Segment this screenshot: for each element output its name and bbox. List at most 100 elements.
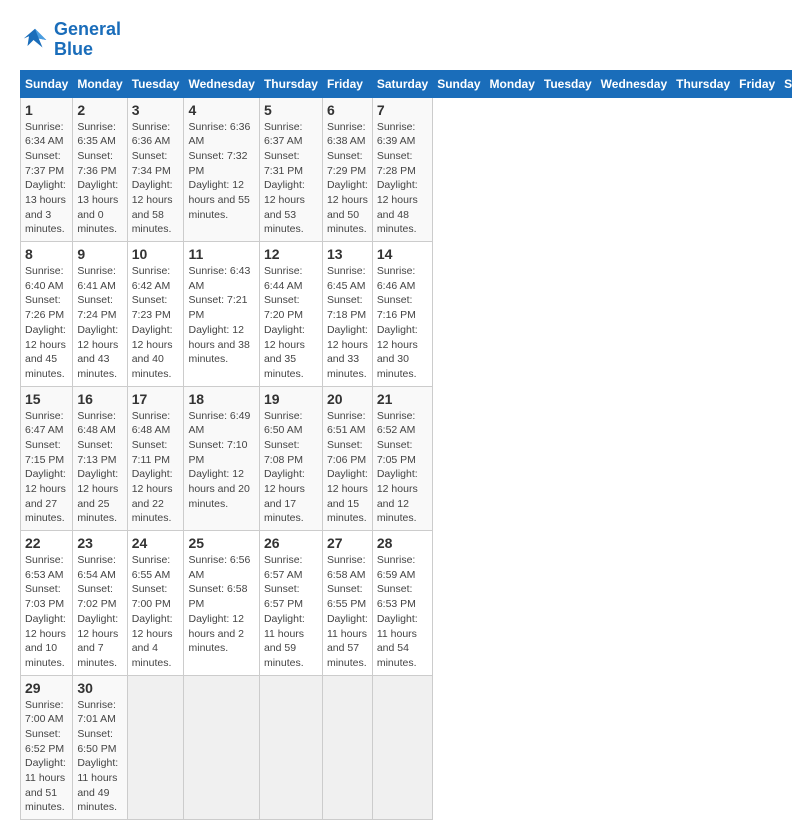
calendar-header-row: SundayMondayTuesdayWednesdayThursdayFrid… (21, 70, 792, 97)
day-number: 8 (25, 246, 68, 262)
calendar-cell: 11 Sunrise: 6:43 AMSunset: 7:21 PMDaylig… (184, 242, 259, 387)
weekday-header-tuesday: Tuesday (539, 70, 596, 97)
day-number: 28 (377, 535, 428, 551)
logo-icon (20, 25, 50, 55)
calendar-cell: 30 Sunrise: 7:01 AMSunset: 6:50 PMDaylig… (73, 675, 127, 820)
weekday-header-monday: Monday (485, 70, 539, 97)
cell-content: Sunrise: 7:01 AMSunset: 6:50 PMDaylight:… (77, 698, 122, 816)
cell-content: Sunrise: 6:34 AMSunset: 7:37 PMDaylight:… (25, 120, 68, 238)
cell-content: Sunrise: 6:37 AMSunset: 7:31 PMDaylight:… (264, 120, 318, 238)
cell-content: Sunrise: 6:49 AMSunset: 7:10 PMDaylight:… (188, 409, 254, 512)
weekday-header-thursday: Thursday (672, 70, 735, 97)
day-number: 4 (188, 102, 254, 118)
cell-content: Sunrise: 6:41 AMSunset: 7:24 PMDaylight:… (77, 264, 122, 382)
calendar-cell: 29 Sunrise: 7:00 AMSunset: 6:52 PMDaylig… (21, 675, 73, 820)
calendar-cell: 18 Sunrise: 6:49 AMSunset: 7:10 PMDaylig… (184, 386, 259, 531)
cell-content: Sunrise: 6:40 AMSunset: 7:26 PMDaylight:… (25, 264, 68, 382)
calendar-cell (372, 675, 432, 820)
header-monday: Monday (73, 70, 127, 97)
cell-content: Sunrise: 6:47 AMSunset: 7:15 PMDaylight:… (25, 409, 68, 527)
day-number: 29 (25, 680, 68, 696)
cell-content: Sunrise: 6:45 AMSunset: 7:18 PMDaylight:… (327, 264, 368, 382)
weekday-header-wednesday: Wednesday (596, 70, 671, 97)
calendar-cell: 22 Sunrise: 6:53 AMSunset: 7:03 PMDaylig… (21, 531, 73, 676)
calendar-cell: 13 Sunrise: 6:45 AMSunset: 7:18 PMDaylig… (322, 242, 372, 387)
calendar-cell: 9 Sunrise: 6:41 AMSunset: 7:24 PMDayligh… (73, 242, 127, 387)
calendar-cell: 4 Sunrise: 6:36 AMSunset: 7:32 PMDayligh… (184, 97, 259, 242)
day-number: 22 (25, 535, 68, 551)
day-number: 17 (132, 391, 180, 407)
calendar-cell: 16 Sunrise: 6:48 AMSunset: 7:13 PMDaylig… (73, 386, 127, 531)
calendar-cell: 2 Sunrise: 6:35 AMSunset: 7:36 PMDayligh… (73, 97, 127, 242)
day-number: 6 (327, 102, 368, 118)
cell-content: Sunrise: 6:56 AMSunset: 6:58 PMDaylight:… (188, 553, 254, 656)
calendar-cell (127, 675, 184, 820)
cell-content: Sunrise: 6:36 AMSunset: 7:32 PMDaylight:… (188, 120, 254, 223)
calendar-week-5: 29 Sunrise: 7:00 AMSunset: 6:52 PMDaylig… (21, 675, 792, 820)
cell-content: Sunrise: 6:44 AMSunset: 7:20 PMDaylight:… (264, 264, 318, 382)
day-number: 2 (77, 102, 122, 118)
calendar-cell (259, 675, 322, 820)
cell-content: Sunrise: 6:48 AMSunset: 7:13 PMDaylight:… (77, 409, 122, 527)
day-number: 20 (327, 391, 368, 407)
calendar-cell: 28 Sunrise: 6:59 AMSunset: 6:53 PMDaylig… (372, 531, 432, 676)
calendar-week-2: 8 Sunrise: 6:40 AMSunset: 7:26 PMDayligh… (21, 242, 792, 387)
day-number: 21 (377, 391, 428, 407)
day-number: 18 (188, 391, 254, 407)
weekday-header-saturday: Saturday (780, 70, 792, 97)
day-number: 9 (77, 246, 122, 262)
header-friday: Friday (322, 70, 372, 97)
header-thursday: Thursday (259, 70, 322, 97)
cell-content: Sunrise: 6:46 AMSunset: 7:16 PMDaylight:… (377, 264, 428, 382)
calendar-cell: 10 Sunrise: 6:42 AMSunset: 7:23 PMDaylig… (127, 242, 184, 387)
calendar-cell: 1 Sunrise: 6:34 AMSunset: 7:37 PMDayligh… (21, 97, 73, 242)
cell-content: Sunrise: 6:42 AMSunset: 7:23 PMDaylight:… (132, 264, 180, 382)
header-saturday: Saturday (372, 70, 432, 97)
calendar-cell: 27 Sunrise: 6:58 AMSunset: 6:55 PMDaylig… (322, 531, 372, 676)
day-number: 5 (264, 102, 318, 118)
calendar-cell: 17 Sunrise: 6:48 AMSunset: 7:11 PMDaylig… (127, 386, 184, 531)
calendar-cell: 23 Sunrise: 6:54 AMSunset: 7:02 PMDaylig… (73, 531, 127, 676)
calendar-cell: 14 Sunrise: 6:46 AMSunset: 7:16 PMDaylig… (372, 242, 432, 387)
calendar-week-3: 15 Sunrise: 6:47 AMSunset: 7:15 PMDaylig… (21, 386, 792, 531)
day-number: 16 (77, 391, 122, 407)
calendar-cell: 24 Sunrise: 6:55 AMSunset: 7:00 PMDaylig… (127, 531, 184, 676)
calendar-week-1: 1 Sunrise: 6:34 AMSunset: 7:37 PMDayligh… (21, 97, 792, 242)
cell-content: Sunrise: 6:50 AMSunset: 7:08 PMDaylight:… (264, 409, 318, 527)
header-sunday: Sunday (21, 70, 73, 97)
day-number: 1 (25, 102, 68, 118)
day-number: 10 (132, 246, 180, 262)
day-number: 13 (327, 246, 368, 262)
calendar-cell (322, 675, 372, 820)
calendar-cell: 5 Sunrise: 6:37 AMSunset: 7:31 PMDayligh… (259, 97, 322, 242)
day-number: 27 (327, 535, 368, 551)
calendar-cell: 21 Sunrise: 6:52 AMSunset: 7:05 PMDaylig… (372, 386, 432, 531)
calendar-cell: 19 Sunrise: 6:50 AMSunset: 7:08 PMDaylig… (259, 386, 322, 531)
cell-content: Sunrise: 6:51 AMSunset: 7:06 PMDaylight:… (327, 409, 368, 527)
logo: General Blue (20, 20, 121, 60)
weekday-header-friday: Friday (735, 70, 780, 97)
day-number: 7 (377, 102, 428, 118)
calendar-week-4: 22 Sunrise: 6:53 AMSunset: 7:03 PMDaylig… (21, 531, 792, 676)
calendar-table: SundayMondayTuesdayWednesdayThursdayFrid… (20, 70, 792, 821)
page-header: General Blue (20, 20, 772, 60)
calendar-cell: 26 Sunrise: 6:57 AMSunset: 6:57 PMDaylig… (259, 531, 322, 676)
calendar-cell: 7 Sunrise: 6:39 AMSunset: 7:28 PMDayligh… (372, 97, 432, 242)
day-number: 24 (132, 535, 180, 551)
day-number: 12 (264, 246, 318, 262)
day-number: 11 (188, 246, 254, 262)
cell-content: Sunrise: 6:36 AMSunset: 7:34 PMDaylight:… (132, 120, 180, 238)
weekday-header-sunday: Sunday (433, 70, 485, 97)
calendar-cell: 12 Sunrise: 6:44 AMSunset: 7:20 PMDaylig… (259, 242, 322, 387)
cell-content: Sunrise: 6:52 AMSunset: 7:05 PMDaylight:… (377, 409, 428, 527)
cell-content: Sunrise: 7:00 AMSunset: 6:52 PMDaylight:… (25, 698, 68, 816)
header-tuesday: Tuesday (127, 70, 184, 97)
logo-text: General Blue (54, 20, 121, 60)
day-number: 26 (264, 535, 318, 551)
cell-content: Sunrise: 6:43 AMSunset: 7:21 PMDaylight:… (188, 264, 254, 367)
cell-content: Sunrise: 6:35 AMSunset: 7:36 PMDaylight:… (77, 120, 122, 238)
calendar-cell (184, 675, 259, 820)
calendar-cell: 25 Sunrise: 6:56 AMSunset: 6:58 PMDaylig… (184, 531, 259, 676)
day-number: 25 (188, 535, 254, 551)
day-number: 14 (377, 246, 428, 262)
